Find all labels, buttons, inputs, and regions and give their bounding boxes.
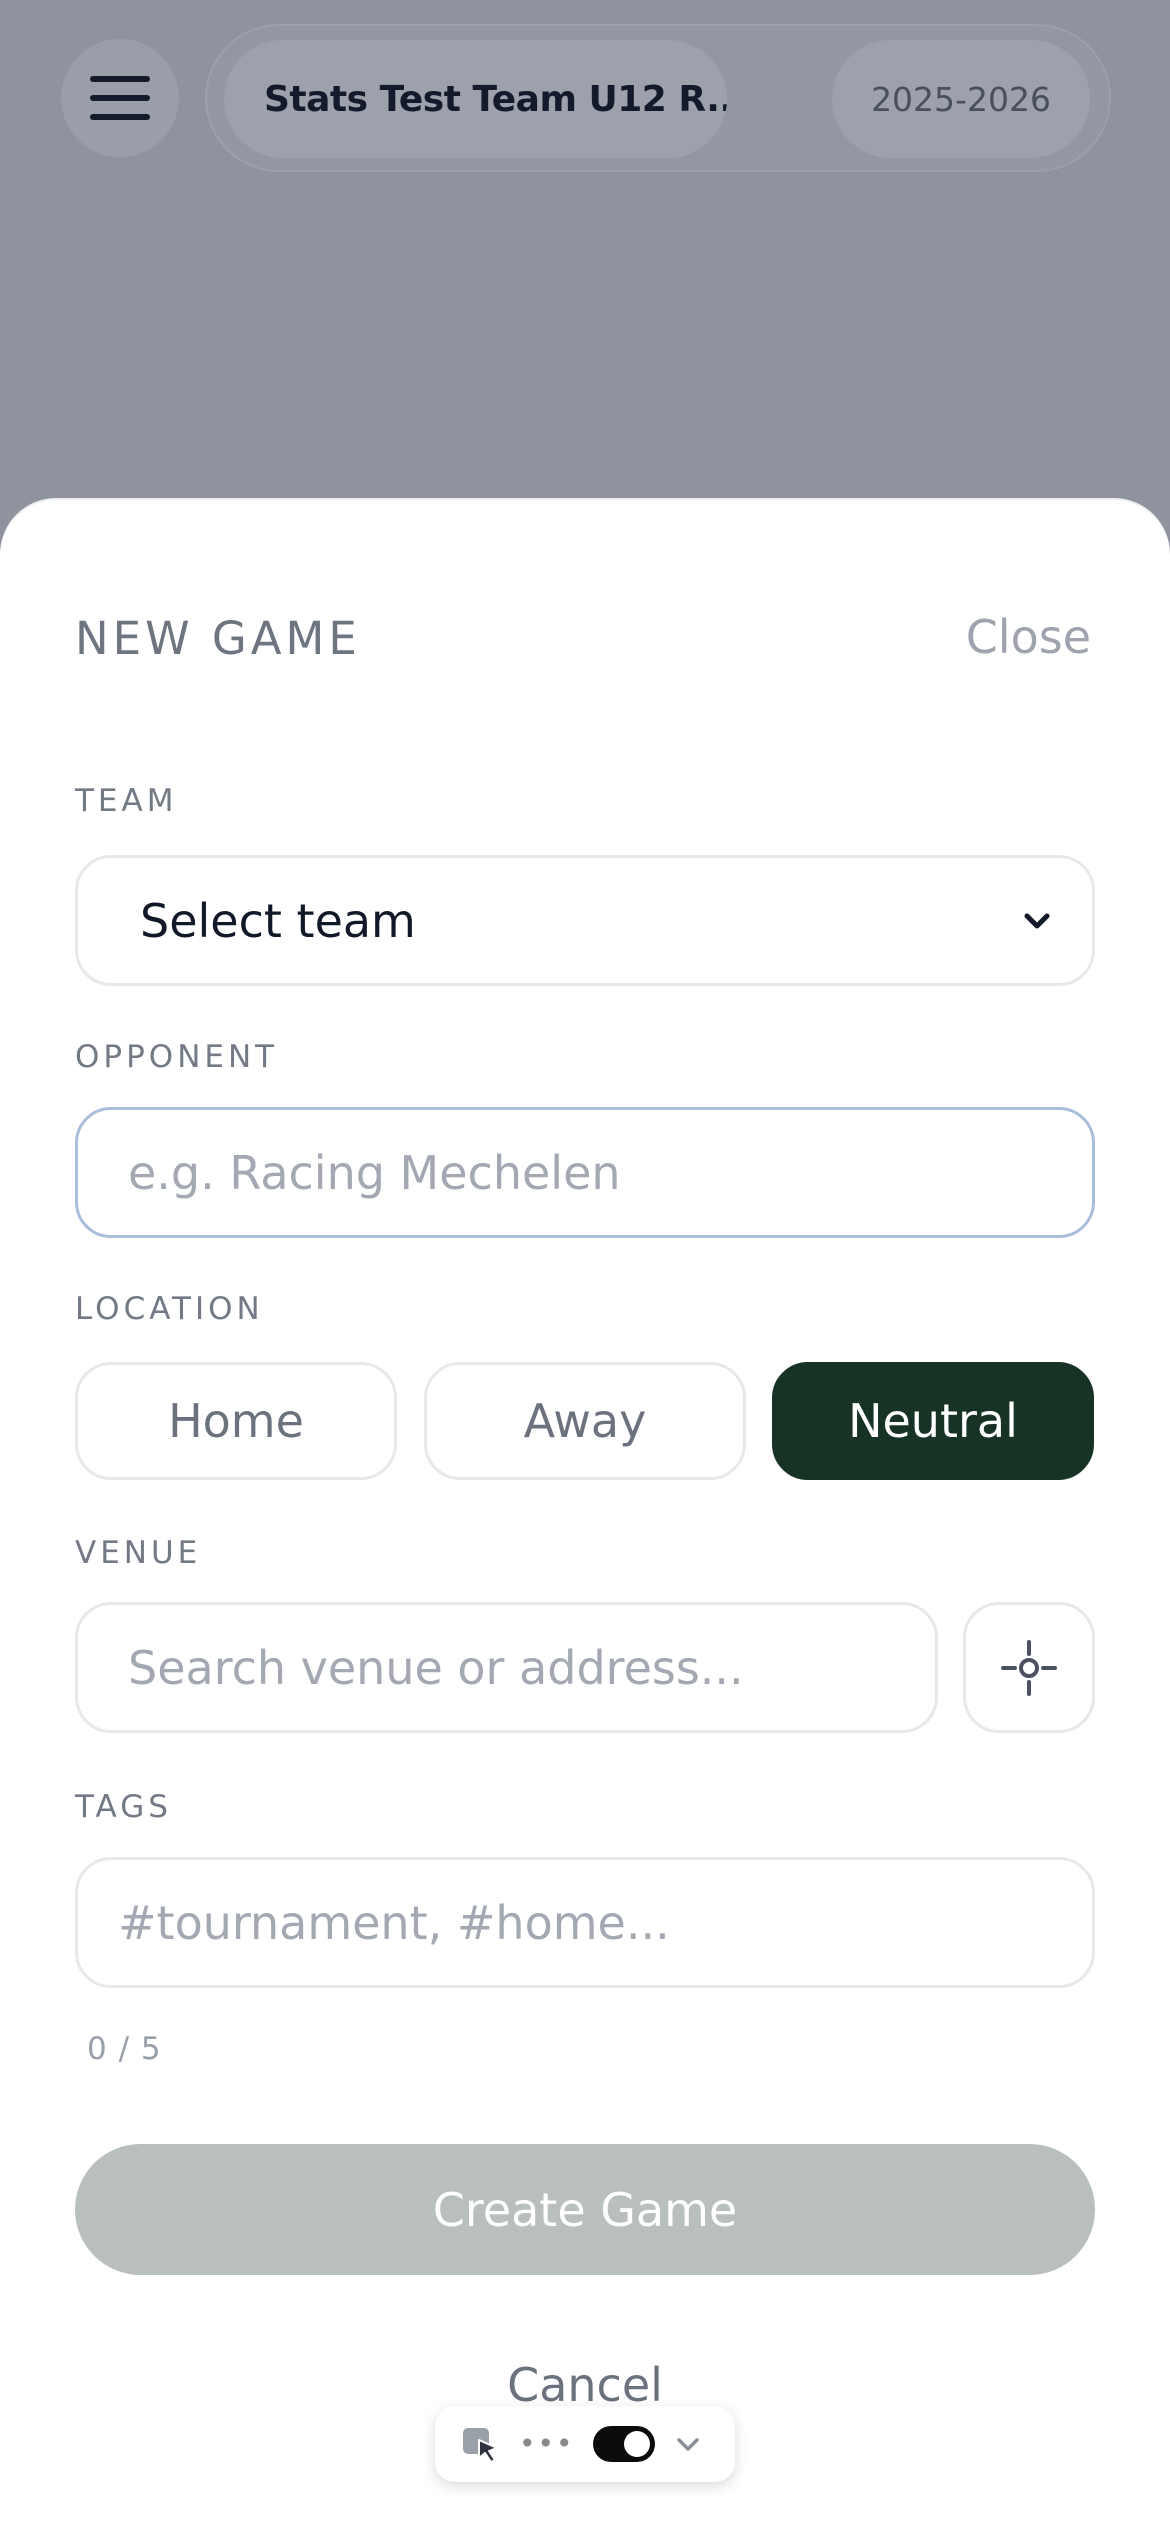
menu-button[interactable]: [61, 39, 179, 157]
cancel-button[interactable]: Cancel: [0, 2358, 1170, 2412]
location-neutral-button[interactable]: Neutral: [772, 1362, 1094, 1480]
team-select[interactable]: Select team: [75, 855, 1095, 986]
season-selector-pill[interactable]: 2025-2026: [832, 40, 1090, 158]
location-label: LOCATION: [75, 1291, 264, 1327]
tag-counter: 0 / 5: [87, 2031, 162, 2067]
chevron-down-icon: [1024, 913, 1050, 929]
venue-label: VENUE: [75, 1535, 202, 1571]
locate-venue-button[interactable]: [963, 1602, 1095, 1733]
floating-toolbar: •••: [435, 2406, 735, 2482]
crosshair-icon: [1001, 1639, 1057, 1696]
more-dots-icon[interactable]: •••: [519, 2430, 575, 2458]
cursor-select-icon[interactable]: [461, 2424, 501, 2464]
team-label: TEAM: [75, 783, 178, 819]
team-selector-pill[interactable]: Stats Test Team U12 R...: [224, 40, 727, 158]
hamburger-icon: [90, 76, 150, 120]
opponent-label: OPPONENT: [75, 1039, 279, 1075]
tags-label: TAGS: [75, 1789, 172, 1825]
sheet-title: NEW GAME: [75, 612, 361, 665]
location-home-button[interactable]: Home: [75, 1362, 397, 1480]
opponent-input[interactable]: [75, 1107, 1095, 1238]
venue-search-input[interactable]: [75, 1602, 938, 1733]
tags-input[interactable]: [75, 1857, 1095, 1988]
close-button[interactable]: Close: [966, 610, 1091, 664]
team-select-value: Select team: [140, 893, 416, 948]
create-game-button[interactable]: Create Game: [75, 2144, 1095, 2275]
location-away-button[interactable]: Away: [424, 1362, 746, 1480]
chevron-down-icon[interactable]: [673, 2429, 703, 2459]
toggle-switch-icon[interactable]: [592, 2426, 655, 2462]
